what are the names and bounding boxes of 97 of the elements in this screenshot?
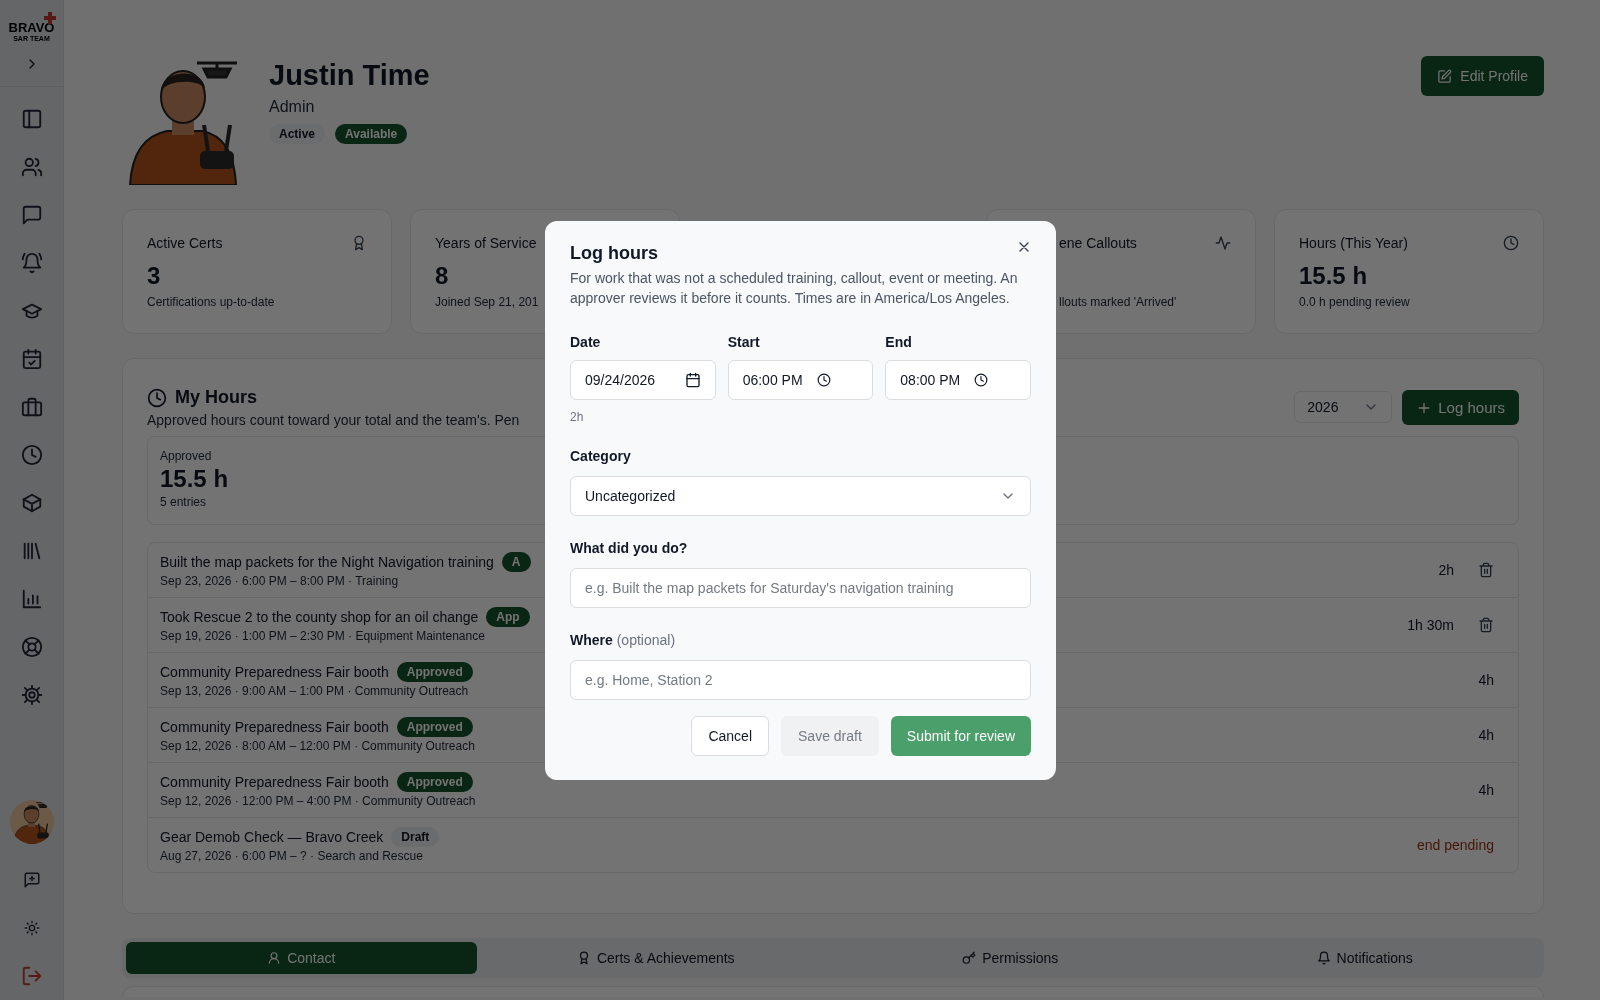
entry-title: Community Preparedness Fair booth (160, 719, 389, 735)
entry-title: Built the map packets for the Night Navigation training (160, 554, 494, 570)
activity-icon (1215, 235, 1231, 251)
bell-icon[interactable] (20, 252, 43, 274)
trash-icon[interactable] (1478, 617, 1494, 633)
entry-duration: 4h (1478, 727, 1494, 743)
calendar-check-icon[interactable] (20, 348, 43, 370)
logout-icon[interactable] (20, 965, 43, 987)
stat-note: llouts marked 'Arrived' (1059, 295, 1177, 309)
user-icon (267, 951, 282, 965)
entry-duration: 2h (1438, 562, 1454, 578)
stat-note: Joined Sep 21, 201 (435, 295, 539, 309)
status-badge: A (501, 552, 531, 572)
field-label: End (885, 334, 913, 350)
dialog-description: For work that was not a scheduled training, callout, event or meeting. An approver reviews it before it counts. Times are in America/Los Angeles. (570, 269, 1019, 308)
clock-icon (816, 373, 831, 387)
year-select[interactable]: 2026 (1294, 391, 1393, 423)
logo-title: BRAVO (8, 20, 55, 35)
profile-tab[interactable]: Contact (126, 942, 477, 974)
stat-note: Certifications up-to-date (147, 295, 275, 309)
status-badge: Active (269, 124, 326, 144)
entry-meta: Aug 27, 2026 · 6:00 PM – ? · Search and Rescue (160, 849, 424, 863)
entry-meta: Sep 12, 2026 · 8:00 AM – 12:00 PM · Community Outreach (160, 739, 475, 753)
stat-value: 3 (147, 262, 161, 289)
sun-icon[interactable] (23, 920, 40, 936)
section-description: Approved hours count toward your total and the team's. Pen (147, 412, 520, 428)
date-field[interactable]: 09/24/2026 (570, 360, 716, 400)
trash-icon[interactable] (1478, 562, 1494, 578)
entry-duration: end pending (1416, 837, 1494, 853)
edit-icon (1437, 68, 1453, 84)
stat-title: Active Certs (147, 235, 223, 251)
field-label: Category (570, 448, 632, 464)
clock-icon[interactable] (20, 444, 43, 466)
message-plus-icon[interactable] (22, 871, 41, 889)
field-label: Date (570, 334, 602, 350)
profile-name: Justin Time (269, 59, 430, 92)
bell-icon (1316, 951, 1331, 965)
entry-title: Community Preparedness Fair booth (160, 664, 389, 680)
dialog-title: Log hours (570, 243, 658, 264)
stat-note: 0.0 h pending review (1299, 295, 1410, 309)
entry-meta: Sep 12, 2026 · 12:00 PM – 4:00 PM · Community Outreach (160, 794, 476, 808)
stat-title: ene Callouts (1059, 235, 1137, 251)
cancel-button[interactable]: Cancel (691, 716, 769, 756)
entry-meta: Sep 13, 2026 · 9:00 AM – 1:00 PM · Community Outreach (160, 684, 470, 698)
summary-note: 5 entries (160, 495, 207, 509)
field-label: Where (570, 632, 613, 648)
sidebar-panel-icon[interactable] (20, 108, 43, 130)
status-badge: Draft (391, 827, 440, 847)
status-badge: Approved (396, 717, 473, 737)
duration-text: 2h (570, 410, 585, 424)
location-field[interactable]: e.g. Home, Station 2 (570, 660, 1031, 700)
stat-value: 15.5 h (1299, 262, 1368, 289)
settings-icon[interactable] (20, 684, 43, 706)
users-icon[interactable] (20, 156, 43, 178)
status-badge: Approved (396, 772, 473, 792)
life-buoy-icon[interactable] (20, 636, 43, 658)
stat-value: 8 (435, 262, 449, 289)
briefcase-icon[interactable] (20, 396, 43, 418)
entry-title: Took Rescue 2 to the county shop for an oil change (160, 609, 479, 625)
stat-title: Years of Service (435, 235, 537, 251)
clock-icon (974, 373, 989, 387)
bar-chart-icon[interactable] (20, 588, 43, 610)
cross-icon (44, 12, 57, 24)
calendar-icon (684, 372, 701, 388)
entry-title: Community Preparedness Fair booth (160, 774, 389, 790)
status-badge: Available (335, 124, 408, 144)
entry-duration: 4h (1478, 672, 1494, 688)
award-icon (351, 235, 367, 251)
profile-tab[interactable]: Notifications (1189, 942, 1540, 974)
field-label: Start (727, 334, 761, 350)
end-time-field[interactable]: 08:00 PM (885, 360, 1031, 400)
key-icon (962, 951, 977, 965)
entry-title: Gear Demob Check — Bravo Creek (160, 829, 384, 845)
entry-meta: Sep 23, 2026 · 6:00 PM – 8:00 PM · Training (160, 574, 400, 588)
field-hint: (optional) (616, 632, 676, 648)
description-field[interactable]: e.g. Built the map packets for Saturday's navigation training (570, 568, 1031, 608)
start-time-field[interactable]: 06:00 PM (727, 360, 874, 400)
entry-meta: Sep 19, 2026 · 1:00 PM – 2:30 PM · Equipment Maintenance (160, 629, 486, 643)
summary-value: 15.5 h (160, 465, 229, 493)
entry-duration: 4h (1478, 782, 1494, 798)
entry-duration: 1h 30m (1407, 617, 1454, 633)
clock-icon (147, 387, 167, 408)
log-hours-button[interactable]: Log hours (1402, 390, 1519, 425)
field-label: What did you do? (570, 540, 689, 556)
box-icon[interactable] (20, 492, 43, 514)
section-title: My Hours (175, 387, 257, 408)
stat-title: Hours (This Year) (1299, 235, 1408, 251)
profile-tab[interactable]: Certs & Achievements (480, 942, 831, 974)
category-select[interactable]: Uncategorized (570, 476, 1031, 516)
message-icon[interactable] (20, 204, 43, 226)
summary-label: Approved (160, 449, 212, 463)
edit-profile-button[interactable]: Edit Profile (1421, 56, 1544, 96)
status-badge: Approved (396, 662, 473, 682)
profile-role: Admin (269, 98, 316, 116)
status-badge: App (486, 607, 530, 627)
clock-icon (1503, 235, 1519, 251)
profile-tab[interactable]: Permissions (835, 942, 1186, 974)
